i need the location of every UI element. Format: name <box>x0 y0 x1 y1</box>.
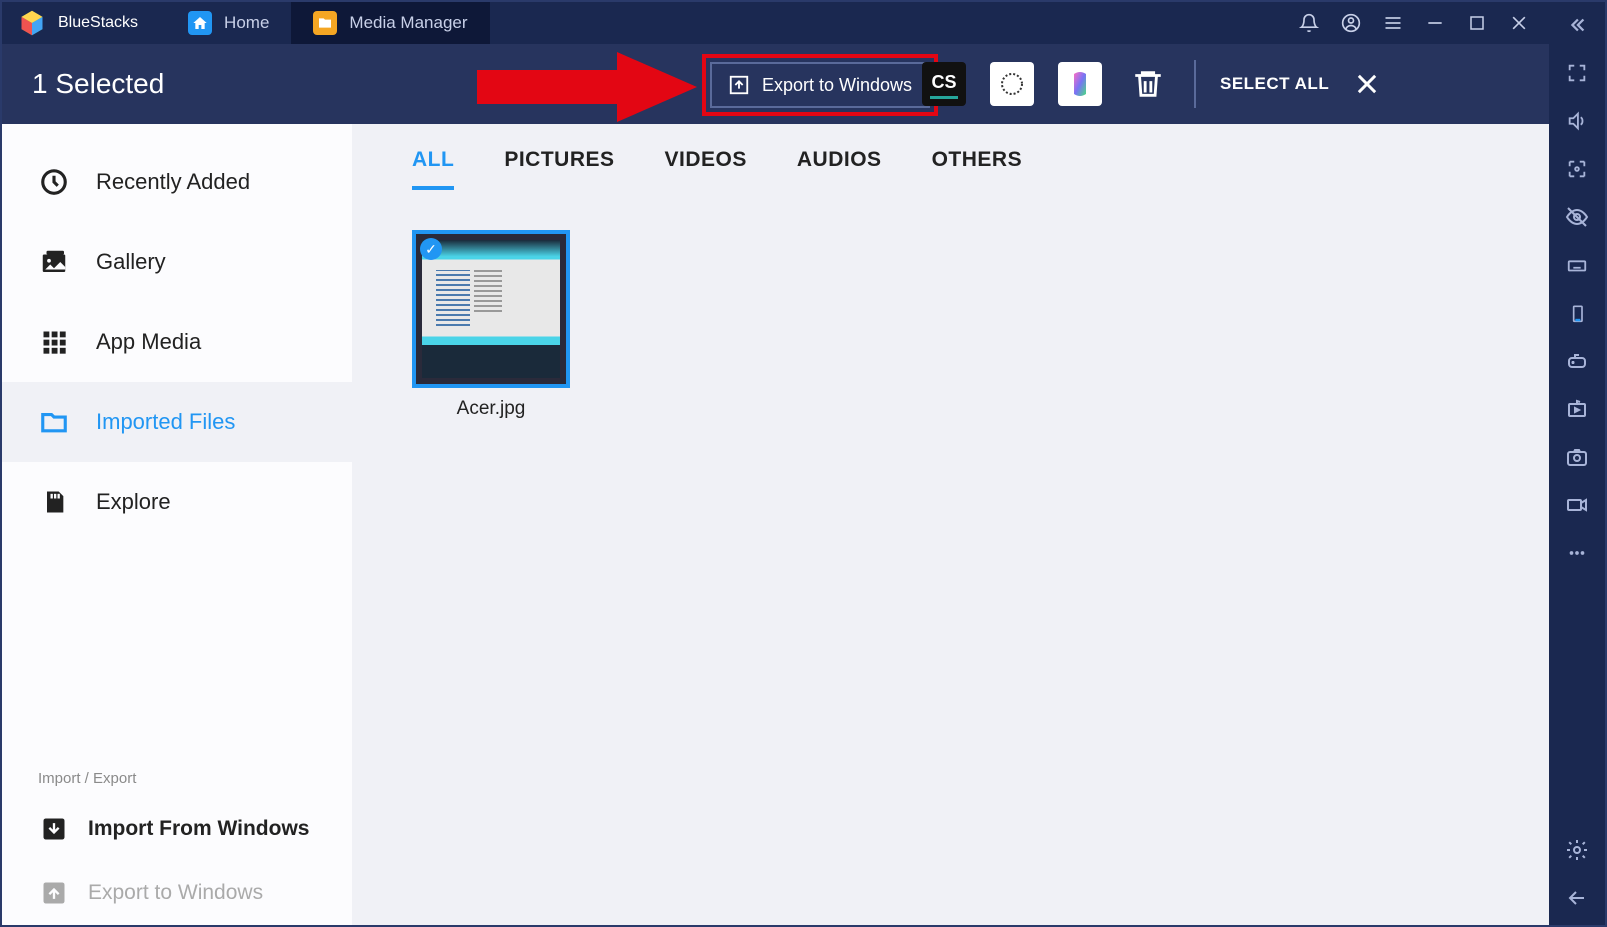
sidebar-item-label: App Media <box>96 329 201 355</box>
app-name: BlueStacks <box>58 14 138 32</box>
export-to-windows-button[interactable]: Export to Windows <box>710 62 930 108</box>
filter-tab-videos[interactable]: VIDEOS <box>665 148 747 190</box>
right-toolbar <box>1549 2 1605 925</box>
svg-text:CS: CS <box>931 72 956 92</box>
tab-label: Media Manager <box>349 13 467 33</box>
sidebar-item-label: Gallery <box>96 249 166 275</box>
macro-icon[interactable] <box>1564 396 1590 422</box>
settings-icon[interactable] <box>1564 837 1590 863</box>
location-icon[interactable] <box>1564 156 1590 182</box>
folder-icon <box>38 406 70 438</box>
selection-bar: 1 Selected Export to Windows CS <box>2 44 1549 124</box>
sd-card-icon <box>38 486 70 518</box>
screenshot-icon[interactable] <box>1564 444 1590 470</box>
eye-off-icon[interactable] <box>1564 204 1590 230</box>
trash-icon <box>1131 67 1165 101</box>
sidebar-item-explore[interactable]: Explore <box>2 462 352 542</box>
close-icon[interactable] <box>1509 13 1529 33</box>
media-item[interactable]: ✓ Acer.jpg <box>412 230 570 420</box>
camscanner-app-icon[interactable]: CS <box>922 62 966 106</box>
gallery-icon <box>38 246 70 278</box>
tab-home[interactable]: Home <box>166 2 291 44</box>
export-to-windows-sidebar-button[interactable]: Export to Windows <box>2 861 352 925</box>
keyboard-icon[interactable] <box>1564 252 1590 278</box>
export-button-label: Export to Windows <box>762 75 912 96</box>
filter-tab-all[interactable]: ALL <box>412 148 454 190</box>
clock-icon <box>38 166 70 198</box>
sidebar-item-app-media[interactable]: App Media <box>2 302 352 382</box>
media-thumbnail[interactable]: ✓ <box>412 230 570 388</box>
sidebar-item-label: Imported Files <box>96 409 235 435</box>
rotate-icon[interactable] <box>1564 300 1590 326</box>
faceapp-icon[interactable] <box>1058 62 1102 106</box>
import-icon <box>38 813 70 845</box>
sidebar-item-gallery[interactable]: Gallery <box>2 222 352 302</box>
import-from-windows-button[interactable]: Import From Windows <box>2 797 352 861</box>
sidebar-item-label: Recently Added <box>96 169 250 195</box>
bluestacks-logo <box>18 9 46 37</box>
divider <box>1194 60 1196 108</box>
folder-icon <box>313 11 337 35</box>
export-icon <box>728 74 750 96</box>
filter-tab-audios[interactable]: AUDIOS <box>797 148 882 190</box>
sidebar: Recently Added Gallery App Media Importe… <box>2 124 352 925</box>
select-all-button[interactable]: SELECT ALL <box>1220 74 1329 94</box>
filter-tabs: ALL PICTURES VIDEOS AUDIOS OTHERS <box>352 124 1549 190</box>
back-icon[interactable] <box>1564 885 1590 911</box>
filter-tab-pictures[interactable]: PICTURES <box>504 148 614 190</box>
camera-app-icon[interactable] <box>990 62 1034 106</box>
record-icon[interactable] <box>1564 492 1590 518</box>
tab-media-manager[interactable]: Media Manager <box>291 2 489 44</box>
sidebar-item-imported-files[interactable]: Imported Files <box>2 382 352 462</box>
delete-button[interactable] <box>1126 62 1170 106</box>
selected-check-icon: ✓ <box>420 238 442 260</box>
titlebar: BlueStacks Home Media Manager <box>2 2 1549 44</box>
media-filename: Acer.jpg <box>457 398 526 420</box>
volume-icon[interactable] <box>1564 108 1590 134</box>
export-button-highlight: Export to Windows <box>702 54 938 116</box>
notification-icon[interactable] <box>1299 13 1319 33</box>
grid-icon <box>38 326 70 358</box>
filter-tab-others[interactable]: OTHERS <box>932 148 1023 190</box>
gamepad-icon[interactable] <box>1564 348 1590 374</box>
import-label: Import From Windows <box>88 817 309 841</box>
sidebar-item-recently-added[interactable]: Recently Added <box>2 142 352 222</box>
close-selection-button[interactable] <box>1353 70 1381 98</box>
more-icon[interactable] <box>1564 540 1590 566</box>
export-icon <box>38 877 70 909</box>
account-icon[interactable] <box>1341 13 1361 33</box>
home-icon <box>188 11 212 35</box>
selection-count: 1 Selected <box>32 68 164 100</box>
collapse-icon[interactable] <box>1564 12 1590 38</box>
arrow-annotation <box>477 52 697 127</box>
menu-icon[interactable] <box>1383 13 1403 33</box>
export-label: Export to Windows <box>88 881 263 905</box>
maximize-icon[interactable] <box>1467 13 1487 33</box>
sidebar-item-label: Explore <box>96 489 171 515</box>
minimize-icon[interactable] <box>1425 13 1445 33</box>
tab-label: Home <box>224 13 269 33</box>
sidebar-section-label: Import / Export <box>2 754 352 797</box>
fullscreen-icon[interactable] <box>1564 60 1590 86</box>
